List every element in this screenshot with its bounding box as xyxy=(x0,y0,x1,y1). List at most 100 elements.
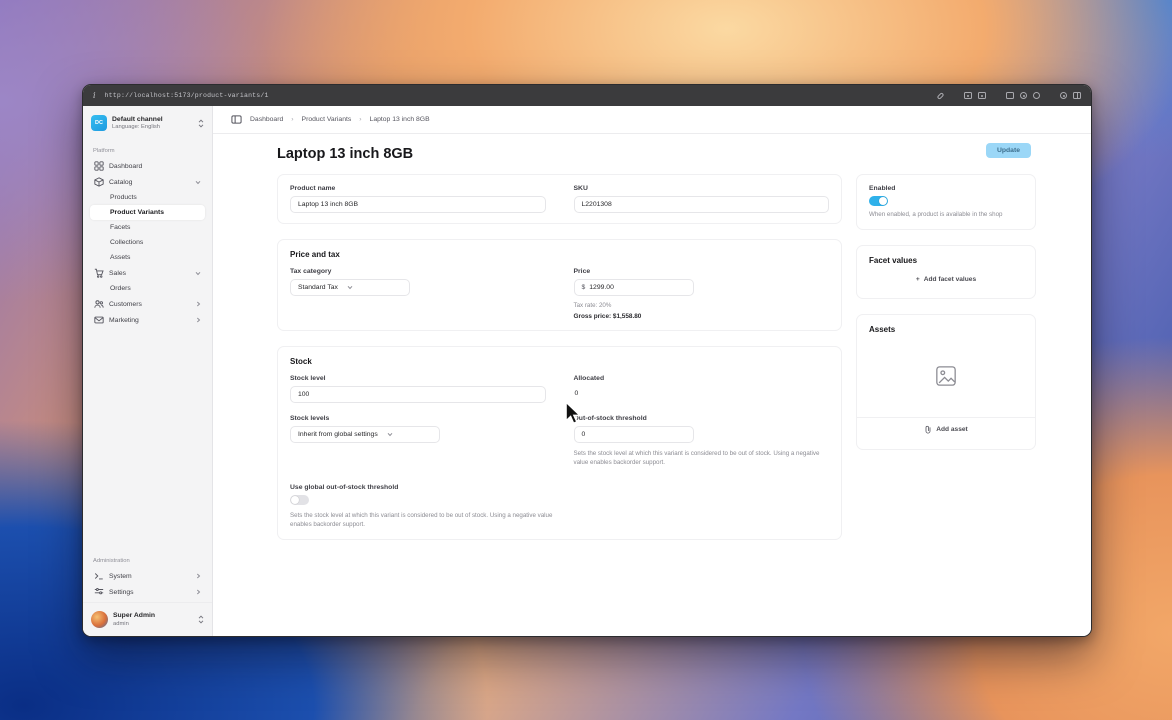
price-input[interactable]: $ 1299.00 xyxy=(573,279,694,296)
platform-section-label: Platform xyxy=(93,148,115,154)
price-tax-card: Price and tax Tax category Standard Tax xyxy=(277,239,842,331)
info-icon: i xyxy=(93,91,96,100)
browser-toolbar-icons xyxy=(936,91,1081,100)
updown-chevron-icon xyxy=(198,118,204,128)
sidebar-item-customers[interactable]: Customers xyxy=(90,296,205,312)
chevron-right-icon xyxy=(196,589,201,595)
chevron-right-icon xyxy=(196,301,201,307)
name-sku-card: Product name Laptop 13 inch 8GB SKU L220… xyxy=(277,174,842,224)
admin-section-label: Administration xyxy=(93,558,130,564)
enabled-toggle[interactable] xyxy=(869,196,888,206)
tax-rate-text: Tax rate: 20% xyxy=(573,302,612,309)
product-name-label: Product name xyxy=(290,185,336,192)
stock-level-label: Stock level xyxy=(290,375,326,382)
product-name-input[interactable]: Laptop 13 inch 8GB xyxy=(290,196,546,213)
enabled-label: Enabled xyxy=(869,185,896,192)
desktop-wallpaper: i http://localhost:5173/product-variants… xyxy=(0,0,1172,720)
dashboard-icon xyxy=(94,161,104,171)
sidebar: DC Default channel Language: English Pla… xyxy=(83,106,213,636)
url-text: http://localhost:5173/product-variants/1 xyxy=(104,92,269,99)
sidebar-item-sales[interactable]: Sales xyxy=(90,265,205,281)
sidebar-item-product-variants[interactable]: Product Variants xyxy=(90,205,205,220)
sidebar-item-collections[interactable]: Collections xyxy=(90,235,205,250)
use-global-oos-label: Use global out-of-stock threshold xyxy=(290,483,399,491)
update-button[interactable]: Update xyxy=(985,143,1031,158)
oos-threshold-input[interactable]: 0 xyxy=(573,426,694,443)
use-global-oos-toggle[interactable] xyxy=(290,494,309,505)
sku-input[interactable]: L2201308 xyxy=(573,196,829,213)
chevron-down-icon xyxy=(347,285,353,290)
sku-label: SKU xyxy=(573,185,588,192)
sidebar-item-orders[interactable]: Orders xyxy=(90,281,205,296)
stock-level-input[interactable]: 100 xyxy=(290,386,546,403)
chevron-right-icon xyxy=(196,317,201,323)
link-icon[interactable] xyxy=(936,91,945,100)
gross-price-text: Gross price: $1,558.80 xyxy=(573,313,642,320)
price-tax-title: Price and tax xyxy=(290,250,340,259)
stock-levels-select[interactable]: Inherit from global settings xyxy=(290,426,440,443)
gear-icon[interactable] xyxy=(1033,92,1040,99)
add-facet-values-button[interactable]: + Add facet values xyxy=(869,271,1023,288)
channel-switcher[interactable]: DC Default channel Language: English xyxy=(83,106,212,139)
paperclip-icon xyxy=(925,426,931,434)
oos-threshold-help: Sets the stock level at which this varia… xyxy=(573,450,820,467)
user-role: admin xyxy=(113,620,129,627)
breadcrumb-separator: › xyxy=(291,116,294,123)
terminal-icon xyxy=(94,573,103,580)
chevron-down-icon xyxy=(387,432,393,437)
sliders-icon xyxy=(94,588,104,595)
oos-threshold-label: Out-of-stock threshold xyxy=(573,415,647,422)
record-icon[interactable] xyxy=(1020,92,1027,99)
assets-card: Assets Add asset xyxy=(856,314,1036,451)
stock-levels-label: Stock levels xyxy=(290,415,330,422)
allocated-label: Allocated xyxy=(573,375,605,382)
sidebar-item-products[interactable]: Products xyxy=(90,190,205,205)
sidebar-item-assets[interactable]: Assets xyxy=(90,250,205,265)
camera-icon[interactable] xyxy=(978,92,986,99)
browser-topbar: i http://localhost:5173/product-variants… xyxy=(83,85,1091,106)
sidebar-item-facets[interactable]: Facets xyxy=(90,220,205,235)
sales-icon xyxy=(94,268,104,278)
sidebar-item-catalog[interactable]: Catalog xyxy=(90,174,205,190)
split-view-icon[interactable] xyxy=(1073,92,1081,99)
use-global-oos-help: Sets the stock level at which this varia… xyxy=(290,511,553,528)
sidebar-item-settings[interactable]: Settings xyxy=(90,584,205,600)
sync-icon[interactable] xyxy=(1060,92,1067,99)
image-placeholder-icon xyxy=(936,366,956,387)
assets-title: Assets xyxy=(869,325,896,335)
marketing-icon xyxy=(94,316,104,324)
breadcrumb-separator: › xyxy=(359,116,362,123)
chevron-right-icon xyxy=(196,573,201,579)
sidebar-item-marketing[interactable]: Marketing xyxy=(90,312,205,328)
customers-icon xyxy=(94,300,104,308)
catalog-icon xyxy=(94,177,104,187)
channel-name: Default channel xyxy=(112,115,163,123)
stock-title: Stock xyxy=(290,357,312,366)
updown-chevron-icon xyxy=(198,615,204,624)
breadcrumb-product-variants[interactable]: Product Variants xyxy=(302,116,352,123)
chevron-down-icon xyxy=(195,180,201,184)
currency-prefix: $ xyxy=(581,284,586,291)
plus-icon: + xyxy=(915,276,920,284)
chevron-down-icon xyxy=(195,271,201,275)
breadcrumb-current: Laptop 13 inch 8GB xyxy=(369,116,430,123)
breadcrumb-dashboard[interactable]: Dashboard xyxy=(250,116,283,123)
mouse-cursor xyxy=(565,401,582,425)
window-icon[interactable] xyxy=(1006,92,1014,99)
tax-category-select[interactable]: Standard Tax xyxy=(290,279,410,296)
sidebar-toggle-icon[interactable] xyxy=(231,114,242,125)
breadcrumb: Dashboard › Product Variants › Laptop 13… xyxy=(213,106,1091,134)
facet-values-title: Facet values xyxy=(869,256,918,266)
user-menu[interactable]: Super Admin admin xyxy=(83,602,212,636)
sidebar-item-system[interactable]: System xyxy=(90,568,205,584)
sidebar-item-dashboard[interactable]: Dashboard xyxy=(90,158,205,174)
facet-values-card: Facet values + Add facet values xyxy=(856,245,1036,300)
browser-window: i http://localhost:5173/product-variants… xyxy=(82,84,1092,637)
price-label: Price xyxy=(573,268,591,275)
channel-avatar: DC xyxy=(91,115,107,131)
enabled-card: Enabled When enabled, a product is avail… xyxy=(856,174,1036,231)
tax-category-label: Tax category xyxy=(290,268,332,275)
add-asset-button[interactable]: Add asset xyxy=(869,420,1023,439)
extension-icon[interactable] xyxy=(964,92,972,99)
stock-card: Stock Stock level 100 Allocated 0 Stock … xyxy=(277,346,842,541)
